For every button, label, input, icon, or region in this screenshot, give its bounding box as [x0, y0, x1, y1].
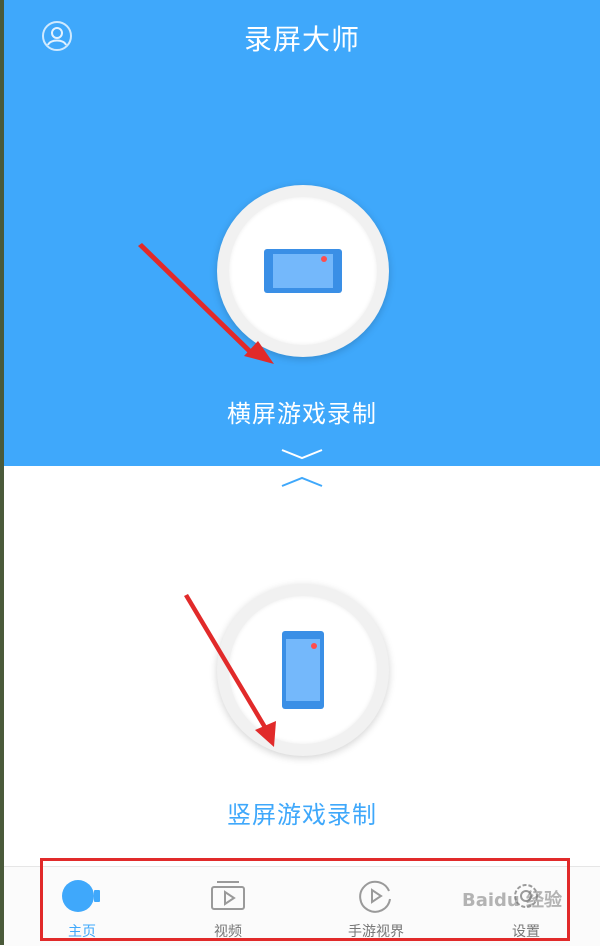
annotation-arrows	[138, 243, 276, 747]
annotation-arrow-bottom	[184, 594, 276, 747]
watermark: Baidu 经验	[462, 890, 563, 911]
annotation-arrow-top	[138, 243, 274, 364]
